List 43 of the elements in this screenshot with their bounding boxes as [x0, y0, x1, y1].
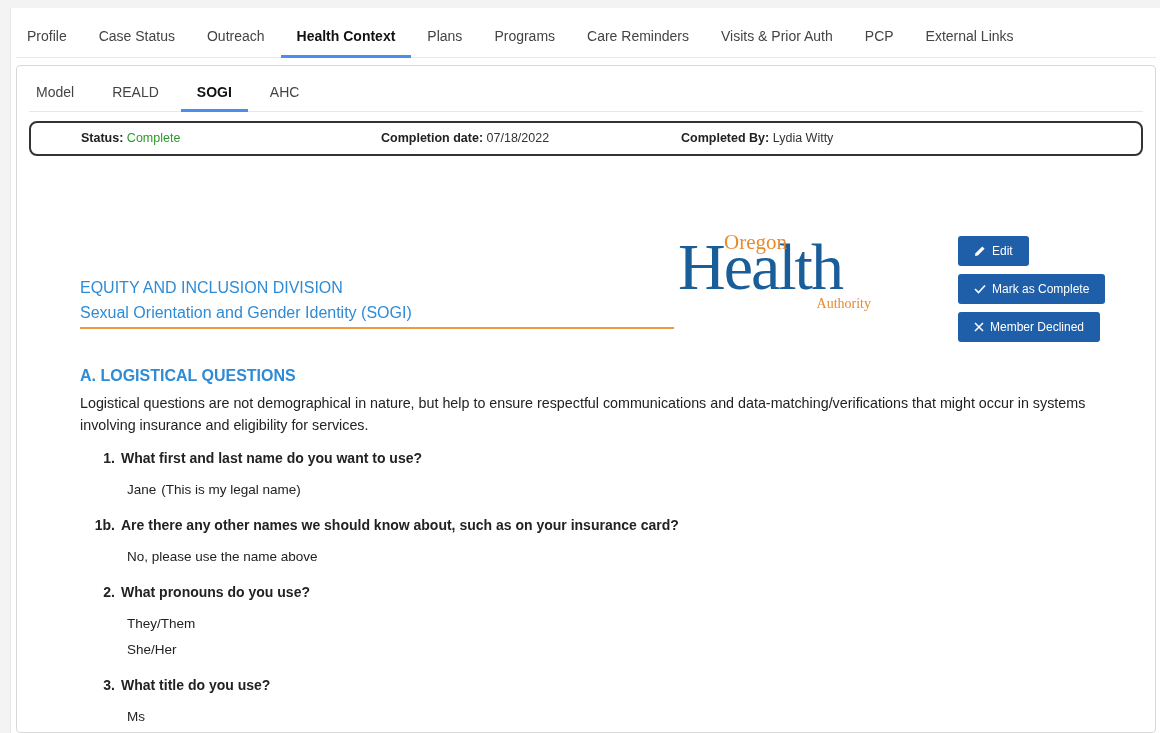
field-label: Completed By:	[681, 131, 770, 145]
answer-text: (This is my legal name)	[161, 480, 301, 499]
question-number: 3.	[102, 675, 116, 695]
question-number: 1b.	[93, 515, 116, 535]
question-text: What title do you use?	[121, 675, 271, 695]
pencil-icon	[974, 244, 986, 257]
section-title: A. LOGISTICAL QUESTIONS	[80, 365, 297, 386]
tab[interactable]: Health Context	[280, 8, 412, 58]
tab[interactable]: Case Status	[82, 8, 191, 58]
question-text: What first and last name do you want to use?	[121, 448, 423, 468]
tab[interactable]: Care Reminders	[571, 8, 705, 58]
field-label: Status:	[81, 131, 124, 145]
field-value: Lydia Witty	[772, 131, 834, 145]
tab[interactable]: Model	[29, 66, 91, 112]
section-description: Logistical questions are not demographical in nature, but help to ensure respectful communications and data-matching/verifications that might occur in systems involving insurance and eligibility for services.	[80, 393, 1087, 435]
tab[interactable]: Visits & Prior Auth	[705, 8, 849, 58]
question-text: What pronouns do you use?	[121, 582, 310, 602]
tab[interactable]: PCP	[848, 8, 910, 58]
question-number: 1.	[102, 448, 116, 468]
tab[interactable]: External Links	[909, 8, 1030, 58]
question-text: Are there any other names we should know about, such as on your insurance card?	[121, 515, 679, 535]
tab[interactable]: REALD	[96, 66, 175, 112]
tab[interactable]: Profile	[16, 8, 83, 58]
answer-text: She/Her	[127, 640, 177, 659]
tab[interactable]: Programs	[478, 8, 572, 58]
tab[interactable]: Outreach	[190, 8, 281, 58]
close-icon	[974, 321, 984, 332]
field-value: 07/18/2022	[486, 131, 550, 145]
action-button[interactable]: Mark as Complete	[958, 273, 1106, 304]
question-number: 2.	[102, 582, 116, 602]
tab[interactable]: Plans	[411, 8, 479, 58]
tab[interactable]: AHC	[253, 66, 316, 112]
tab[interactable]: SOGI	[180, 66, 248, 112]
answer-text: Ms	[127, 707, 145, 726]
field-label: Completion date:	[381, 131, 484, 145]
field-value: Complete	[126, 131, 181, 145]
action-button[interactable]: Edit	[958, 235, 1029, 266]
check-icon	[974, 283, 986, 294]
action-button[interactable]: Member Declined	[958, 311, 1101, 342]
answer-text: No, please use the name above	[127, 547, 318, 566]
answer-text: Jane	[127, 480, 157, 499]
form-heading: EQUITY AND INCLUSION DIVISION Sexual Orientation and Gender Identity (SOGI)	[80, 274, 674, 329]
answer-text: They/Them	[127, 614, 196, 633]
